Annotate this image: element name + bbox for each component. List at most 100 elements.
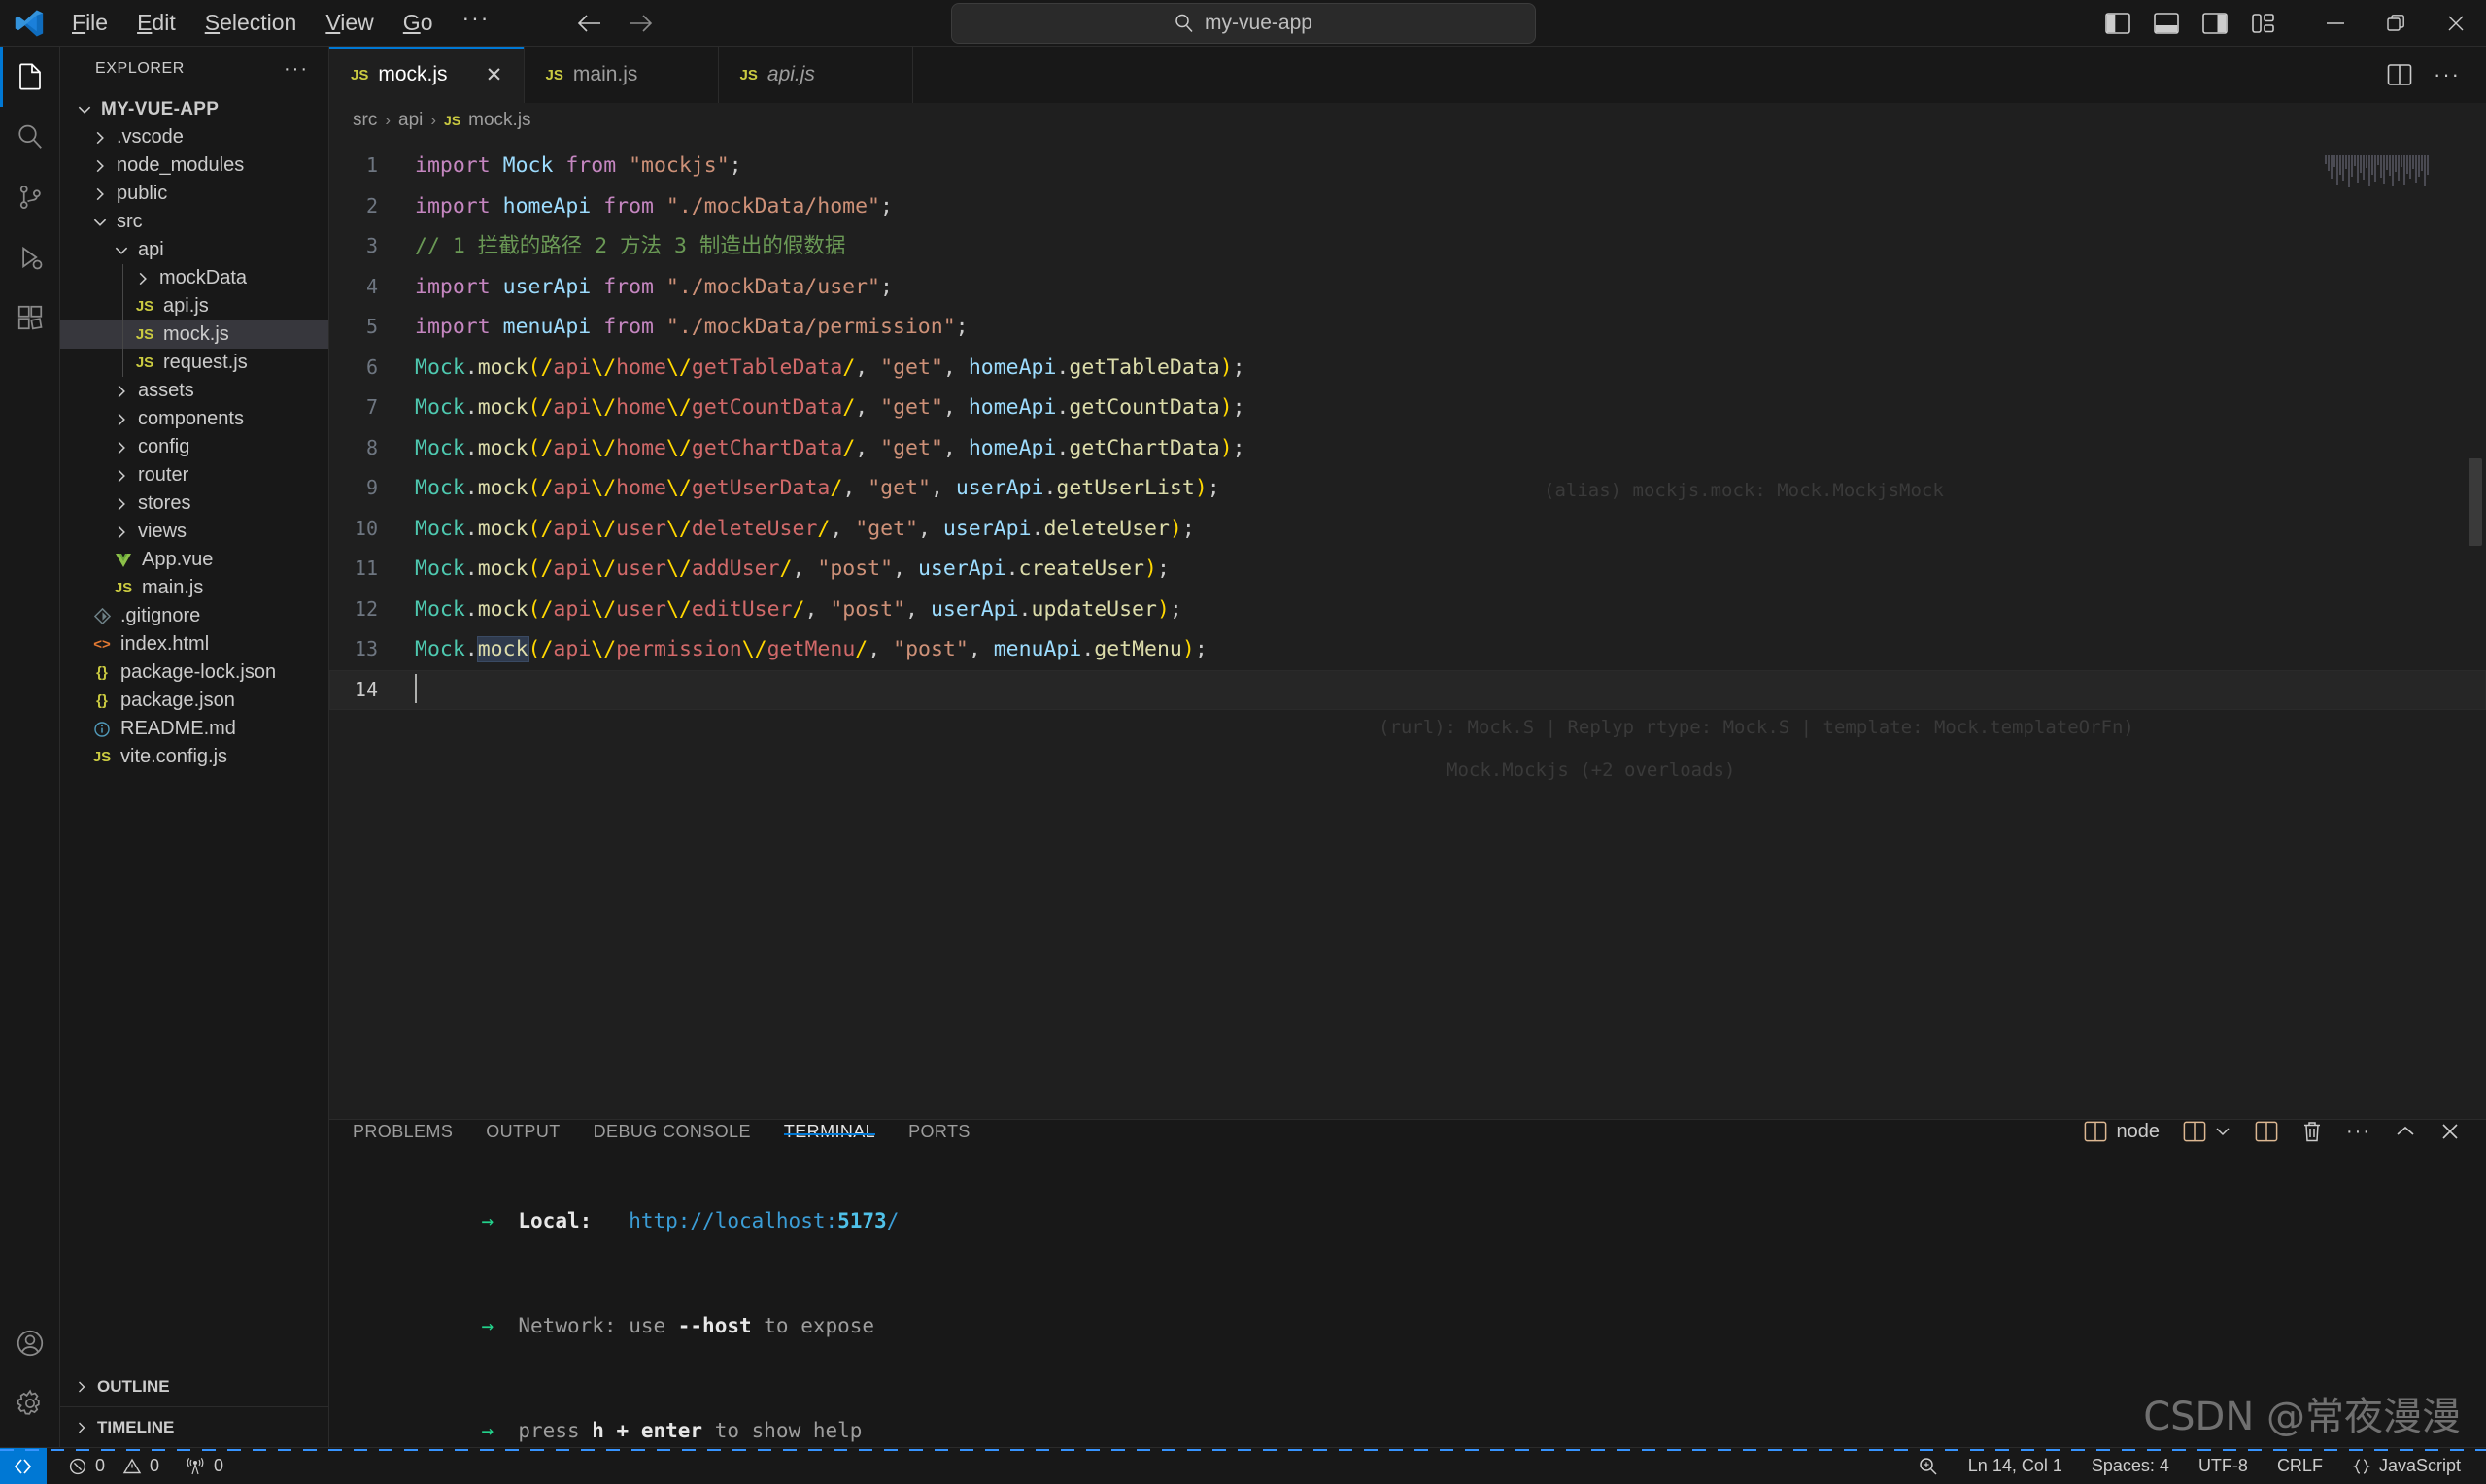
menu-selection[interactable]: Selection: [191, 4, 311, 42]
minimap[interactable]: [2325, 155, 2470, 194]
panel-tab-ports[interactable]: PORTS: [908, 1120, 971, 1143]
menu-bar[interactable]: File Edit Selection View Go ···: [58, 3, 503, 43]
editor-tab-close-icon[interactable]: ✕: [483, 63, 506, 87]
minimize-button[interactable]: [2305, 0, 2366, 47]
tree-item-package-lock-json[interactable]: {} package-lock.json: [60, 658, 328, 687]
command-center[interactable]: my-vue-app: [950, 2, 1536, 44]
activity-extensions-icon[interactable]: [0, 287, 60, 348]
code-line-9[interactable]: 9 Mock.mock(/api\/home\/getUserData/, "ge…: [329, 468, 2486, 509]
chevron-right-icon[interactable]: [111, 495, 132, 513]
indentation[interactable]: Spaces: 4: [2092, 1456, 2169, 1476]
chevron-right-icon[interactable]: [111, 523, 132, 541]
tree-item-readme-md[interactable]: README.md: [60, 715, 328, 743]
launch-profile-button[interactable]: [2183, 1121, 2231, 1142]
panel-tab-terminal[interactable]: TERMINAL: [783, 1120, 876, 1143]
chevron-right-icon[interactable]: [89, 157, 111, 175]
editor-tab-mock-js[interactable]: JS mock.js ✕: [329, 47, 525, 103]
code-line-1[interactable]: 1 import Mock from "mockjs";: [329, 146, 2486, 186]
chevron-right-icon[interactable]: [111, 383, 132, 400]
split-icon[interactable]: [2255, 1121, 2278, 1142]
file-tree[interactable]: MY-VUE-APP .vscode node_modules public src ap…: [60, 91, 328, 1366]
code-line-11[interactable]: 11 Mock.mock(/api\/user\/addUser/, "post"…: [329, 549, 2486, 590]
breadcrumb-item-api[interactable]: api: [398, 110, 423, 131]
editor-tab-main-js[interactable]: JS main.js: [524, 47, 719, 103]
tree-item-router[interactable]: router: [60, 461, 328, 489]
tree-item-app-vue[interactable]: App.vue: [60, 546, 328, 574]
chevron-right-icon[interactable]: [89, 186, 111, 203]
activity-source-control-icon[interactable]: [0, 167, 60, 227]
tree-item-public[interactable]: public: [60, 180, 328, 208]
close-panel-icon[interactable]: [2439, 1121, 2461, 1142]
tree-item-api-js[interactable]: JS api.js: [60, 292, 328, 320]
tree-item-mock-js[interactable]: JS mock.js: [60, 320, 328, 349]
tree-item-main-js[interactable]: JS main.js: [60, 574, 328, 602]
tree-item-views[interactable]: views: [60, 518, 328, 546]
eol[interactable]: CRLF: [2277, 1456, 2323, 1476]
breadcrumb-item-file[interactable]: mock.js: [468, 110, 530, 131]
chevron-right-icon[interactable]: [111, 467, 132, 485]
tree-item-request-js[interactable]: JS request.js: [60, 349, 328, 377]
code-line-8[interactable]: 8 Mock.mock(/api\/home\/getChartData/, "g…: [329, 428, 2486, 469]
tree-item-api[interactable]: api: [60, 236, 328, 264]
tree-item-package-json[interactable]: {} package.json: [60, 687, 328, 715]
maximize-panel-icon[interactable]: [2395, 1124, 2416, 1139]
menu-more-icon[interactable]: ···: [448, 3, 503, 43]
sidebar-section-timeline[interactable]: TIMELINE: [60, 1406, 328, 1447]
code-line-10[interactable]: 10 Mock.mock(/api\/user\/deleteUser/, "ge…: [329, 509, 2486, 550]
terminal-instance-chip[interactable]: node: [2084, 1121, 2160, 1143]
editor-position[interactable]: Ln 14, Col 1: [1968, 1456, 2062, 1476]
panel-tab-debug-console[interactable]: DEBUG CONSOLE: [594, 1120, 751, 1143]
code-line-7[interactable]: 7 Mock.mock(/api\/home\/getCountData/, "g…: [329, 388, 2486, 428]
panel-tab-output[interactable]: OUTPUT: [486, 1120, 560, 1143]
breadcrumb[interactable]: src › api › JS mock.js: [329, 103, 2486, 138]
tree-item-assets[interactable]: assets: [60, 377, 328, 405]
tree-item-mockdata[interactable]: mockData: [60, 264, 328, 292]
manage-settings-icon[interactable]: [0, 1373, 60, 1433]
toggle-secondary-sidebar-icon[interactable]: [2198, 7, 2231, 40]
chevron-right-icon[interactable]: [111, 411, 132, 428]
panel-tab-problems[interactable]: PROBLEMS: [353, 1120, 453, 1143]
menu-view[interactable]: View: [312, 4, 387, 42]
code-line-2[interactable]: 2 import homeApi from "./mockData/home";: [329, 186, 2486, 227]
tree-item--gitignore[interactable]: .gitignore: [60, 602, 328, 630]
remote-window-icon[interactable]: [0, 1448, 47, 1484]
chevron-right-icon[interactable]: [89, 129, 111, 147]
editor-tabs[interactable]: JS mock.js ✕ JS main.js JS api.js: [329, 47, 913, 103]
status-ports[interactable]: 0: [185, 1456, 223, 1476]
code-line-3[interactable]: 3 // 1 拦截的路径 2 方法 3 制造出的假数据: [329, 226, 2486, 267]
magnifier-icon[interactable]: [1918, 1456, 1939, 1477]
activity-search-icon[interactable]: [0, 107, 60, 167]
more-editor-actions-icon[interactable]: ···: [2434, 64, 2461, 85]
code-line-5[interactable]: 5 import menuApi from "./mockData/permiss…: [329, 307, 2486, 348]
encoding[interactable]: UTF-8: [2198, 1456, 2248, 1476]
kill-terminal-icon[interactable]: [2301, 1120, 2323, 1143]
tree-item--vscode[interactable]: .vscode: [60, 123, 328, 152]
go-back-icon[interactable]: [575, 9, 604, 38]
status-problems[interactable]: 0 0: [68, 1456, 159, 1476]
toggle-panel-icon[interactable]: [2150, 7, 2183, 40]
toggle-primary-sidebar-icon[interactable]: [2101, 7, 2134, 40]
menu-file[interactable]: File: [58, 4, 121, 42]
explorer-more-actions-icon[interactable]: ···: [284, 59, 309, 79]
restore-button[interactable]: [2366, 0, 2426, 47]
split-editor-right-icon[interactable]: [2387, 63, 2412, 86]
code-line-6[interactable]: 6 Mock.mock(/api\/home\/getTableData/, "g…: [329, 348, 2486, 388]
sidebar-section-outline[interactable]: OUTLINE: [60, 1366, 328, 1406]
tree-item-config[interactable]: config: [60, 433, 328, 461]
tree-item-stores[interactable]: stores: [60, 489, 328, 518]
menu-edit[interactable]: Edit: [123, 4, 189, 42]
code-line-12[interactable]: 12 Mock.mock(/api\/user\/editUser/, "post…: [329, 590, 2486, 630]
editor-scrollbar[interactable]: [2469, 458, 2482, 546]
chevron-right-icon[interactable]: [132, 270, 153, 287]
code-editor[interactable]: (alias) mockjs.mock: Mock.MockjsMock (ru…: [329, 138, 2486, 1119]
chevron-down-icon[interactable]: [111, 242, 132, 259]
breadcrumb-item-src[interactable]: src: [353, 110, 377, 131]
panel-tabs[interactable]: PROBLEMS OUTPUT DEBUG CONSOLE TERMINAL PORTS: [353, 1120, 971, 1143]
tree-item-node-modules[interactable]: node_modules: [60, 152, 328, 180]
menu-go[interactable]: Go: [390, 4, 447, 42]
customize-layout-icon[interactable]: [2247, 7, 2280, 40]
activity-run-debug-icon[interactable]: [0, 227, 60, 287]
code-line-14[interactable]: 14: [329, 670, 2486, 711]
code-line-13[interactable]: 13 Mock.mock(/api\/permission\/getMenu/, …: [329, 629, 2486, 670]
tree-item-components[interactable]: components: [60, 405, 328, 433]
